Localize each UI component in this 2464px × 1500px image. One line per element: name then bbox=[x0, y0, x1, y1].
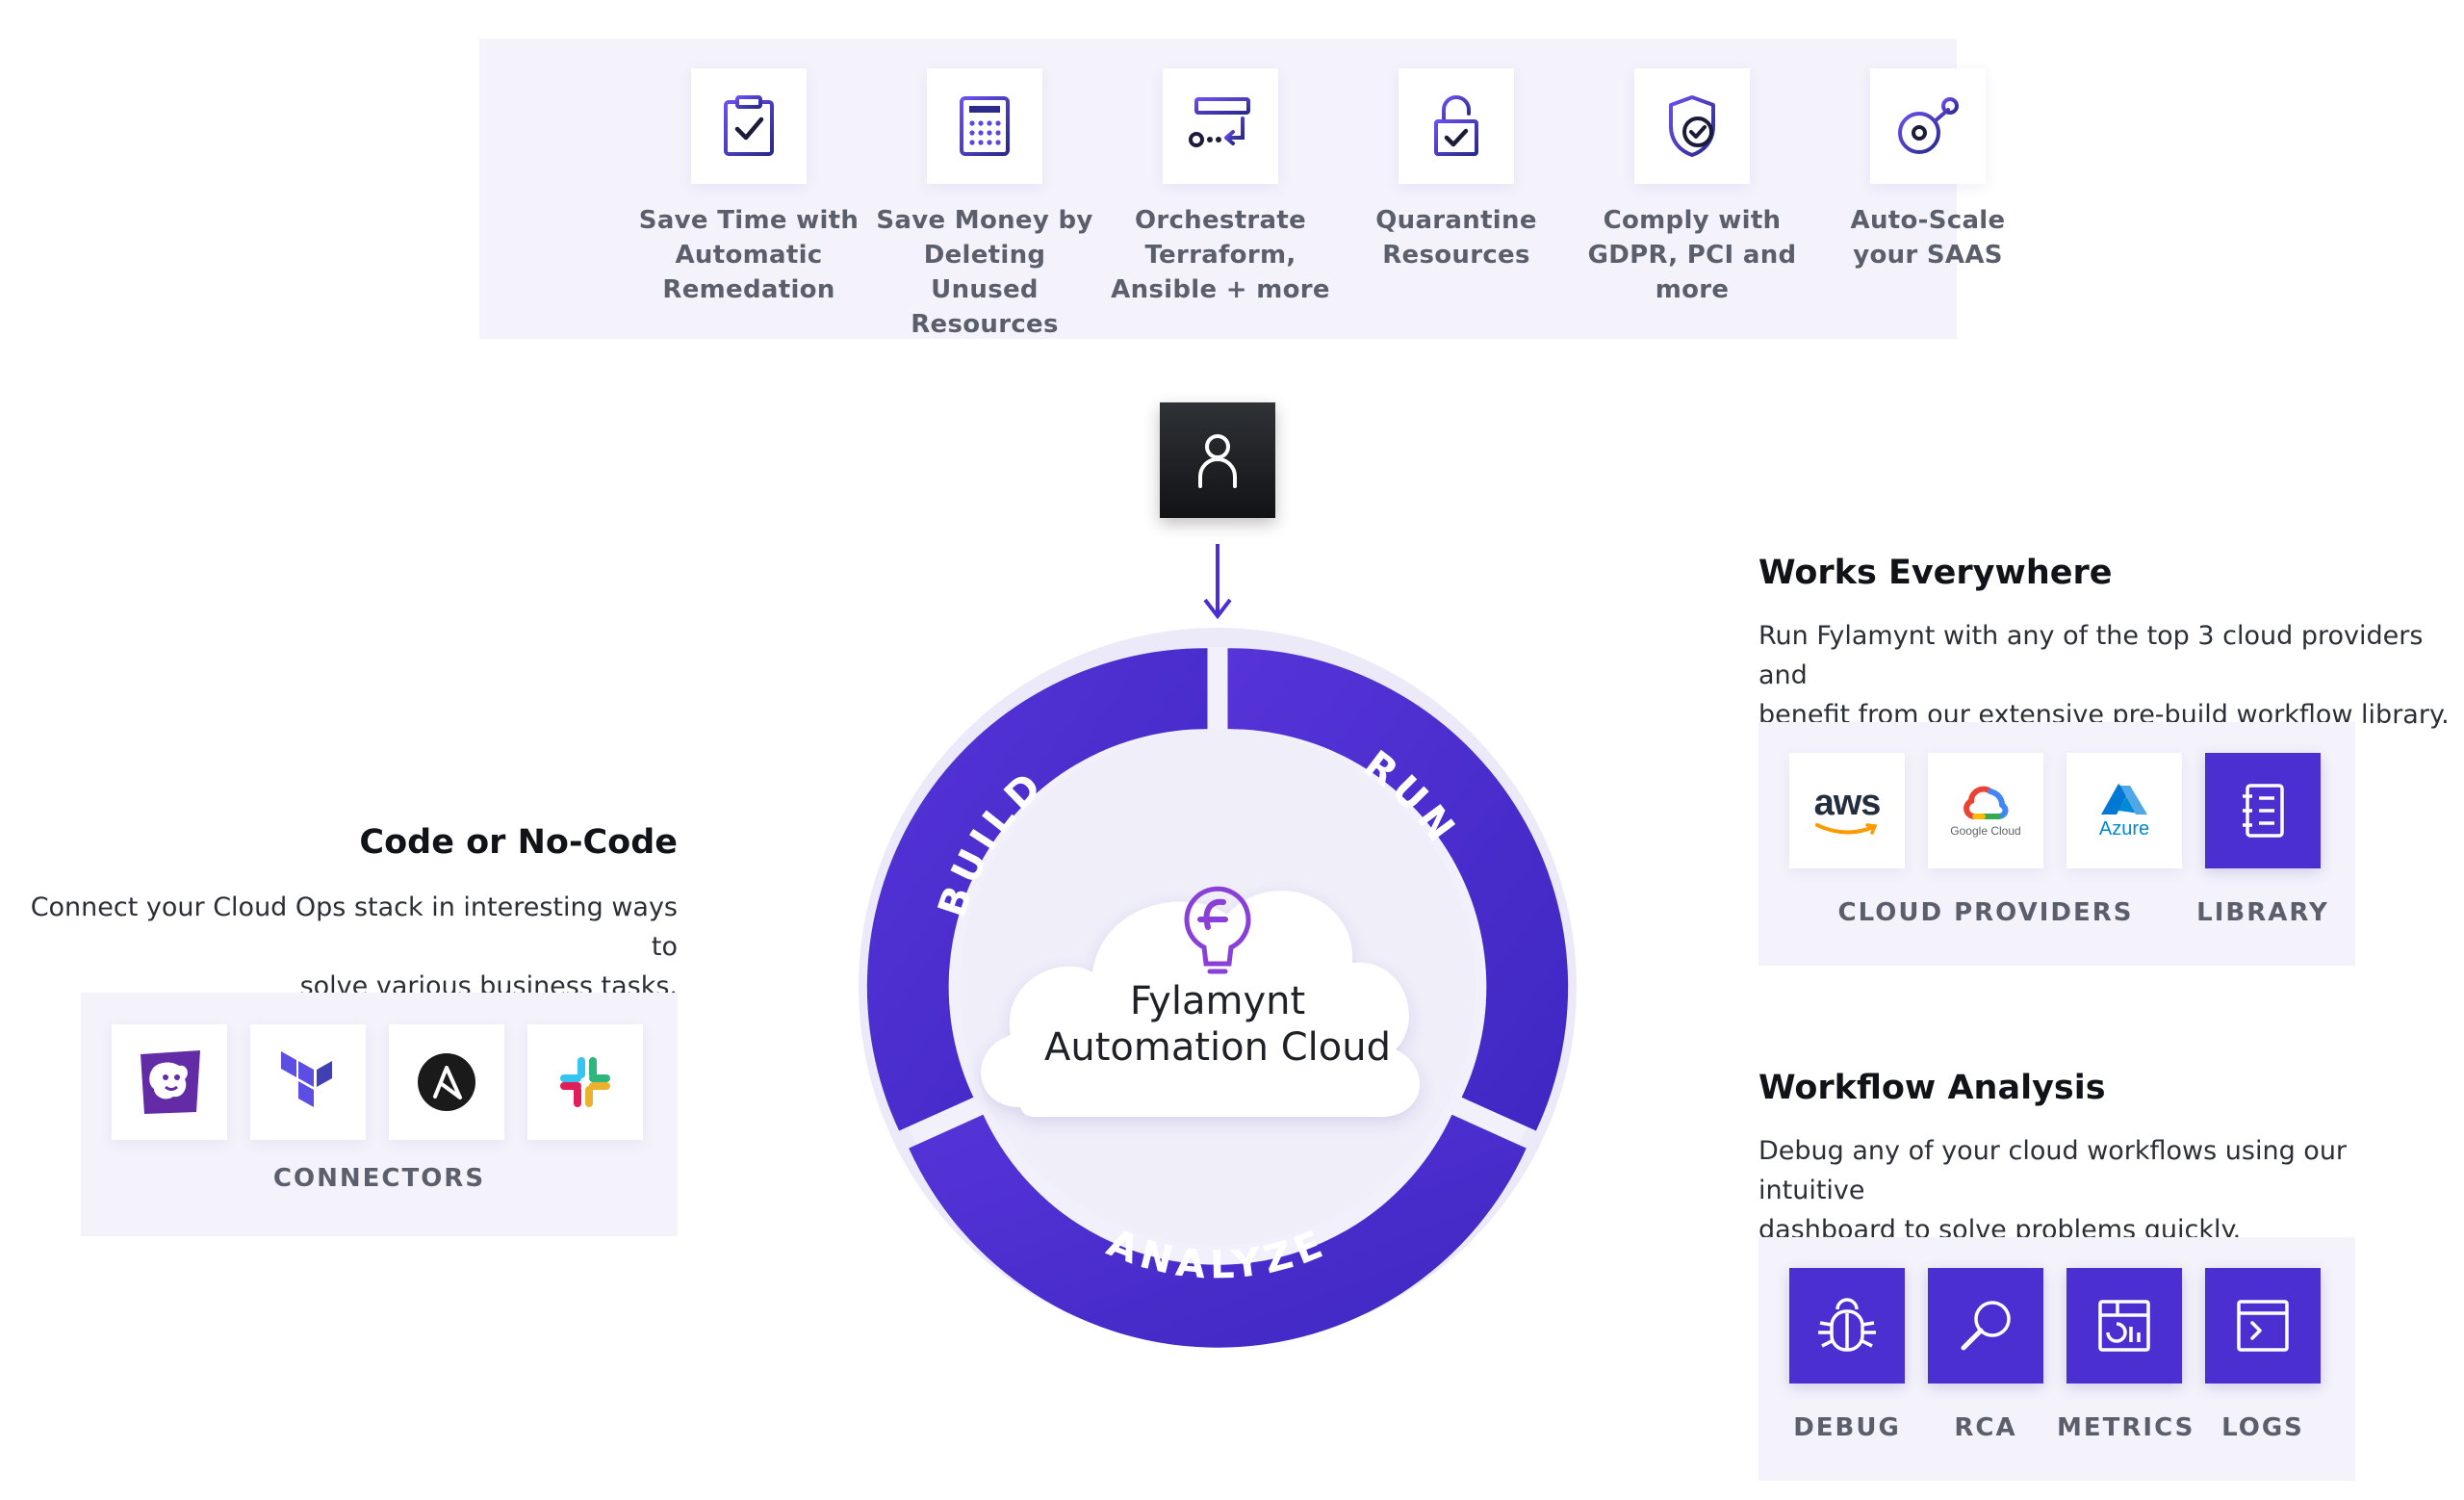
analysis-desc-line: Debug any of your cloud workflows using … bbox=[1758, 1136, 2348, 1205]
unlock-check-icon bbox=[1434, 95, 1478, 156]
aws-smile-icon bbox=[1815, 823, 1878, 835]
orchestrate-icon bbox=[1189, 97, 1250, 147]
cloud-title: Fylamynt Automation Cloud bbox=[982, 978, 1453, 1071]
analysis-section-desc: Debug any of your cloud workflows using … bbox=[1758, 1131, 2451, 1250]
benefit-tile bbox=[1870, 68, 1986, 184]
tool-rca[interactable] bbox=[1928, 1268, 2043, 1384]
left-section-desc: Connect your Cloud Ops stack in interest… bbox=[4, 888, 678, 1006]
google-cloud-logo-icon bbox=[1964, 786, 2009, 819]
connectors-panel: CONNECTORS bbox=[81, 993, 678, 1236]
benefit-label: Save Money by Deleting Unused Resources bbox=[876, 206, 1093, 339]
providers-panel: aws Google Cloud Azure CLOUD PROVIDERS L… bbox=[1758, 722, 2355, 966]
benefit-label: Comply with GDPR, PCI and more bbox=[1587, 206, 1797, 304]
tool-logs[interactable] bbox=[2205, 1268, 2321, 1384]
connectors-caption: CONNECTORS bbox=[272, 1164, 486, 1193]
benefit-tile bbox=[1399, 68, 1514, 184]
analysis-section-title: Workflow Analysis bbox=[1758, 1069, 2106, 1107]
library-caption: LIBRARY bbox=[2196, 898, 2329, 927]
works-section-title: Works Everywhere bbox=[1758, 554, 2113, 592]
terraform-logo-icon bbox=[281, 1051, 332, 1107]
tool-caption-rca: RCA bbox=[1954, 1413, 2017, 1442]
benefit-tile bbox=[691, 68, 807, 184]
connector-ansible[interactable] bbox=[389, 1024, 504, 1140]
magnifier-icon bbox=[1961, 1301, 2011, 1351]
user-icon-box bbox=[1160, 402, 1275, 518]
shield-check-icon bbox=[1669, 95, 1715, 157]
provider-azure[interactable]: Azure bbox=[2066, 753, 2182, 868]
down-arrow-icon bbox=[1203, 544, 1232, 620]
bug-icon bbox=[1818, 1298, 1876, 1352]
user-icon bbox=[1198, 434, 1237, 488]
tool-metrics[interactable] bbox=[2066, 1268, 2182, 1384]
tool-caption-logs: LOGS bbox=[2221, 1413, 2304, 1442]
notebook-icon bbox=[2243, 784, 2284, 838]
provider-google-cloud[interactable]: Google Cloud bbox=[1928, 753, 2043, 868]
terminal-icon bbox=[2237, 1300, 2289, 1352]
tool-caption-debug: DEBUG bbox=[1793, 1413, 1901, 1442]
left-section-title: Code or No-Code bbox=[359, 823, 678, 862]
tool-caption-metrics: METRICS bbox=[2057, 1413, 2195, 1442]
analysis-panel: DEBUG RCA METRICS LOGS bbox=[1758, 1237, 2355, 1481]
datadog-logo-icon bbox=[141, 1050, 200, 1114]
azure-logo-icon bbox=[2101, 783, 2147, 815]
benefit-tile bbox=[927, 68, 1042, 184]
autoscale-icon bbox=[1898, 97, 1959, 154]
providers-caption: CLOUD PROVIDERS bbox=[1837, 898, 2134, 927]
cloud-title-line2: Automation Cloud bbox=[1044, 1025, 1391, 1070]
metrics-icon bbox=[2098, 1300, 2150, 1352]
cloud-title-line1: Fylamynt bbox=[1129, 979, 1306, 1023]
provider-aws[interactable]: aws bbox=[1789, 753, 1905, 868]
ansible-logo-icon bbox=[418, 1053, 475, 1111]
benefit-label: Save Time with Automatic Remedation bbox=[638, 206, 860, 304]
benefit-tile bbox=[1634, 68, 1750, 184]
calculator-icon bbox=[960, 96, 1010, 156]
connector-slack[interactable] bbox=[527, 1024, 643, 1140]
left-desc-line: Connect your Cloud Ops stack in interest… bbox=[30, 892, 678, 962]
connector-terraform[interactable] bbox=[250, 1024, 366, 1140]
azure-wordmark: Azure bbox=[2098, 817, 2150, 840]
benefit-label: Quarantine Resources bbox=[1375, 206, 1537, 270]
tool-debug[interactable] bbox=[1789, 1268, 1905, 1384]
benefit-label: Auto-Scale your SAAS bbox=[1850, 206, 2006, 270]
works-section-desc: Run Fylamynt with any of the top 3 cloud… bbox=[1758, 616, 2451, 735]
slack-logo-icon bbox=[560, 1057, 610, 1107]
works-desc-line: Run Fylamynt with any of the top 3 cloud… bbox=[1758, 621, 2424, 690]
benefit-label: Orchestrate Terraform, Ansible + more bbox=[1111, 206, 1330, 304]
benefits-strip: Save Time with Automatic Remedation Save… bbox=[479, 39, 2005, 339]
clipboard-check-icon bbox=[724, 95, 774, 156]
library-tile[interactable] bbox=[2205, 753, 2321, 868]
benefit-tile bbox=[1163, 68, 1278, 184]
aws-wordmark: aws bbox=[1813, 783, 1882, 823]
google-cloud-wordmark: Google Cloud bbox=[1950, 824, 2021, 838]
connector-datadog[interactable] bbox=[112, 1024, 227, 1140]
